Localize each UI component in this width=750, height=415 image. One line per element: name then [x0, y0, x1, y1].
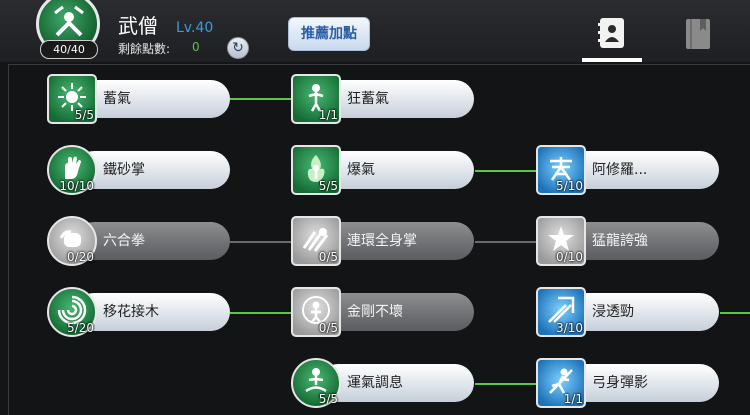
skill-node[interactable]: 5/10 阿修羅... [536, 145, 721, 195]
skill-name: 浸透勁 [592, 304, 634, 320]
refresh-icon[interactable]: ↻ [227, 37, 249, 59]
remaining-points-value: 0 [192, 40, 200, 54]
skill-level: 0/5 [318, 321, 338, 335]
skill-level: 10/10 [59, 179, 94, 193]
skill-node[interactable]: 0/5 連環全身掌 [291, 216, 476, 266]
skill-level: 0/5 [318, 250, 338, 264]
skill-level: 0/20 [67, 250, 94, 264]
skill-icon-frame: 5/5 [47, 74, 97, 124]
skill-node[interactable]: 10/10 鐵砂掌 [47, 145, 232, 195]
remaining-points-label: 剩餘點數: [118, 42, 171, 56]
monk-emblem-icon [54, 5, 84, 37]
skill-level: 0/10 [556, 250, 583, 264]
skill-icon-frame: 0/10 [536, 216, 586, 266]
skill-name: 六合拳 [103, 233, 145, 249]
skill-icon-frame: 5/10 [536, 145, 586, 195]
skill-connector [230, 312, 292, 314]
class-name: 武僧 [118, 14, 158, 38]
skill-icon-frame: 5/5 [291, 358, 341, 408]
skill-icon-frame: 0/20 [47, 216, 97, 266]
skill-level: 5/5 [318, 392, 338, 406]
skill-node[interactable]: 3/10 浸透勁 [536, 287, 721, 337]
skill-pill [75, 80, 230, 118]
skill-name: 狂蓄氣 [347, 91, 389, 107]
skill-name: 阿修羅... [592, 162, 648, 178]
skill-node[interactable]: 0/20 六合拳 [47, 216, 232, 266]
skill-name: 弓身彈影 [592, 375, 648, 391]
skill-level: 5/10 [556, 179, 583, 193]
character-level: Lv.40 [176, 20, 214, 36]
skill-pill [319, 151, 474, 189]
skill-node[interactable]: 1/1 弓身彈影 [536, 358, 721, 408]
skill-node[interactable]: 5/5 爆氣 [291, 145, 476, 195]
character-header: 40/40 武僧 Lv.40 剩餘點數: 0 ↻ 推薦加點 [0, 0, 750, 62]
skill-name: 連環全身掌 [347, 233, 417, 249]
skill-name: 金剛不壞 [347, 304, 403, 320]
skill-level: 5/5 [318, 179, 338, 193]
skill-connector [230, 241, 292, 243]
skill-name: 移花接木 [103, 304, 159, 320]
skill-node[interactable]: 0/5 金剛不壞 [291, 287, 476, 337]
skill-icon-frame: 3/10 [536, 287, 586, 337]
active-tab-indicator [582, 58, 642, 62]
skill-pill [564, 293, 719, 331]
skill-node[interactable]: 0/10 猛龍誇強 [536, 216, 721, 266]
skill-node[interactable]: 5/20 移花接木 [47, 287, 232, 337]
tab-skills[interactable] [590, 14, 634, 54]
skill-name: 蓄氣 [103, 91, 131, 107]
skill-level: 5/5 [74, 108, 94, 122]
skill-name: 運氣調息 [347, 375, 403, 391]
bookmark-book-icon [686, 19, 710, 49]
skill-connector [720, 312, 750, 314]
skill-level: 1/1 [318, 108, 338, 122]
recommend-button[interactable]: 推薦加點 [288, 17, 370, 51]
skill-connector [475, 241, 537, 243]
skill-pill [75, 222, 230, 260]
skill-icon-frame: 0/5 [291, 287, 341, 337]
skill-level: 3/10 [556, 321, 583, 335]
skill-icon-frame: 0/5 [291, 216, 341, 266]
skill-connector [230, 98, 292, 100]
skill-icon-frame: 5/5 [291, 145, 341, 195]
skill-connector [475, 170, 537, 172]
hp-counter: 40/40 [40, 40, 98, 59]
skill-icon-frame: 1/1 [291, 74, 341, 124]
skill-pill [319, 80, 474, 118]
tab-book[interactable] [676, 14, 720, 54]
skill-node[interactable]: 1/1 狂蓄氣 [291, 74, 476, 124]
skill-name: 鐵砂掌 [103, 162, 145, 178]
skill-level: 5/20 [67, 321, 94, 335]
skill-connector [475, 383, 537, 385]
skill-node[interactable]: 5/5 蓄氣 [47, 74, 232, 124]
skill-icon-frame: 5/20 [47, 287, 97, 337]
skill-name: 猛龍誇強 [592, 233, 648, 249]
skill-node[interactable]: 5/5 運氣調息 [291, 358, 476, 408]
skill-icon-frame: 10/10 [47, 145, 97, 195]
skill-level: 1/1 [563, 392, 583, 406]
skill-name: 爆氣 [347, 162, 375, 178]
skill-pill [75, 151, 230, 189]
skill-icon-frame: 1/1 [536, 358, 586, 408]
contact-book-icon [598, 18, 624, 48]
